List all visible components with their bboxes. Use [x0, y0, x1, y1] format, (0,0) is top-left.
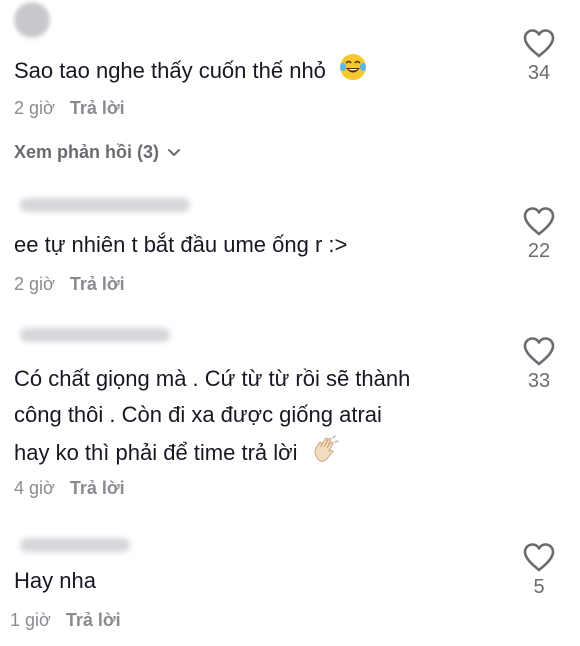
like-button[interactable]: 22 [519, 206, 559, 263]
chevron-down-icon [164, 142, 182, 162]
reply-button[interactable]: Trả lời [70, 478, 125, 498]
comment-item: ee tự nhiên t bắt đầu ume ống r :> 2 giờ… [0, 190, 580, 310]
like-button[interactable]: 5 [519, 542, 559, 599]
reply-button[interactable]: Trả lời [70, 98, 125, 118]
reply-button[interactable]: Trả lời [70, 274, 125, 294]
username[interactable] [20, 538, 130, 552]
comment-text-line: hay ko thì phải để time trả lời [14, 439, 298, 465]
comment-meta: 1 giờ Trả lời [10, 610, 121, 631]
comment-meta: 2 giờ Trả lời [14, 274, 125, 295]
username[interactable] [20, 198, 190, 212]
view-replies-button[interactable]: Xem phản hồi (3) [14, 142, 182, 163]
like-count: 33 [527, 370, 551, 392]
tears-of-joy-emoji [338, 52, 368, 92]
comment-item: Sao tao nghe thấy cuốn thế nhỏ 2 giờ Trả… [0, 0, 580, 180]
comment-time: 4 giờ [14, 478, 55, 498]
heart-outline-icon [519, 542, 559, 572]
reply-button[interactable]: Trả lời [66, 610, 121, 630]
like-button[interactable]: 33 [519, 336, 559, 393]
comment-text-row: hay ko thì phải để time trả lời [14, 434, 340, 474]
like-count: 5 [533, 576, 545, 598]
comment-text-line: công thôi . Còn đi xa được giống atrai [14, 402, 382, 427]
waving-hand-emoji [310, 434, 340, 474]
like-button[interactable]: 34 [519, 28, 559, 85]
username[interactable] [20, 328, 170, 342]
like-count: 22 [527, 240, 551, 262]
comment-item: Hay nha 1 giờ Trả lời 5 [0, 528, 580, 646]
comment-meta: 2 giờ Trả lời [14, 98, 125, 119]
comment-text-row: Sao tao nghe thấy cuốn thế nhỏ [14, 52, 368, 92]
comment-text-line: Có chất giọng mà . Cứ từ từ rồi sẽ thành [14, 366, 411, 391]
like-count: 34 [527, 62, 551, 84]
heart-outline-icon [519, 28, 559, 58]
comment-time: 2 giờ [14, 274, 55, 294]
heart-outline-icon [519, 206, 559, 236]
comment-time: 1 giờ [10, 610, 51, 630]
comment-text: Sao tao nghe thấy cuốn thế nhỏ [14, 57, 326, 83]
heart-outline-icon [519, 336, 559, 366]
avatar[interactable] [14, 2, 50, 38]
comment-item: Có chất giọng mà . Cứ từ từ rồi sẽ thành… [0, 322, 580, 512]
view-replies-label: Xem phản hồi (3) [14, 142, 160, 162]
comment-text: ee tự nhiên t bắt đầu ume ống r :> [14, 232, 348, 257]
comment-text: Hay nha [14, 568, 96, 593]
comment-time: 2 giờ [14, 98, 55, 118]
comment-meta: 4 giờ Trả lời [14, 478, 125, 499]
